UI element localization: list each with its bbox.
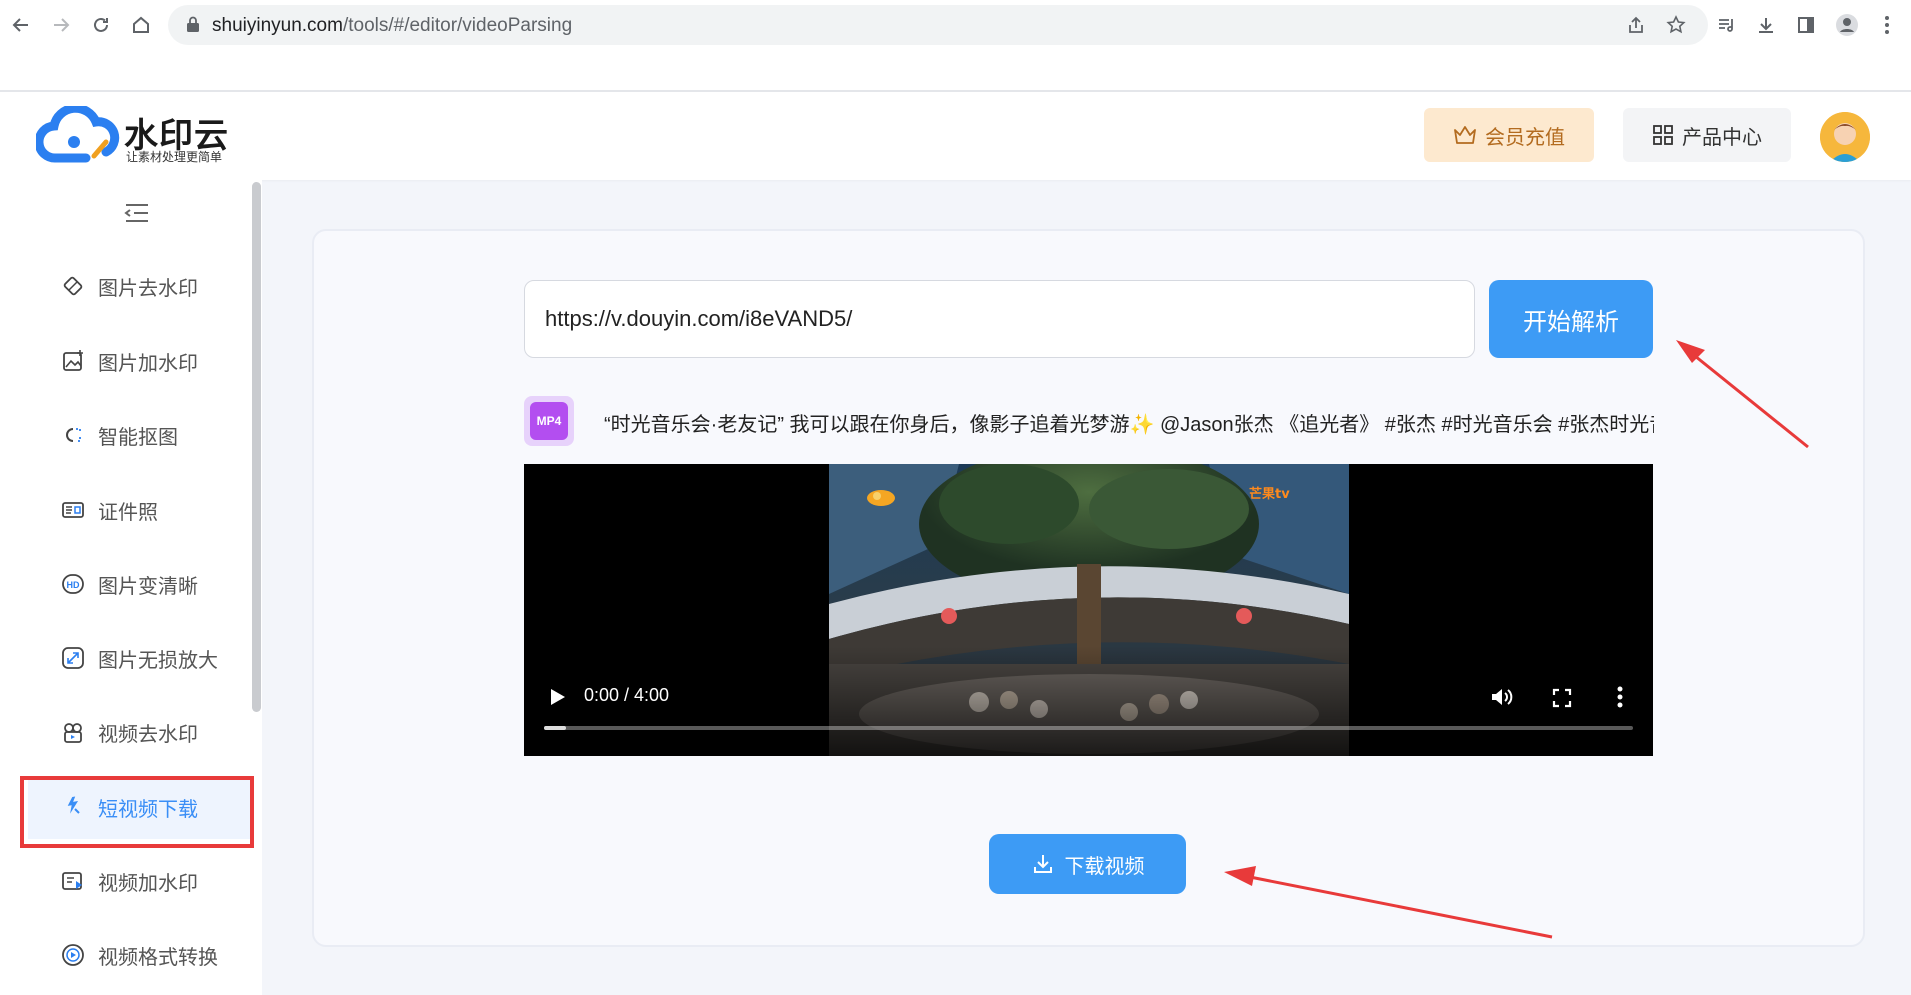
collapse-menu-icon[interactable] — [124, 202, 150, 224]
video-controls-overlay — [524, 646, 1653, 756]
video-eraser-icon — [60, 719, 86, 745]
avatar[interactable] — [1820, 112, 1870, 162]
app-header: 水印云 让素材处理更简单 会员充值 产品中心 — [0, 92, 1911, 180]
back-icon[interactable] — [6, 10, 36, 40]
sidebar-item-image-remove-watermark[interactable]: 图片去水印 — [60, 266, 250, 306]
download-video-label: 下载视频 — [1064, 855, 1145, 878]
bookmark-star-icon[interactable] — [1664, 13, 1688, 37]
sidebar-item-label: 视频格式转换 — [98, 946, 218, 969]
share-icon[interactable] — [1624, 13, 1648, 37]
address-bar[interactable]: shuiyinyun.com/tools/#/editor/videoParsi… — [168, 5, 1708, 45]
menu-dots-icon[interactable] — [1872, 10, 1902, 40]
sidebar-item-image-add-watermark[interactable]: 图片加水印 — [60, 341, 250, 381]
play-icon[interactable] — [546, 686, 568, 708]
side-panel-icon[interactable] — [1791, 10, 1821, 40]
id-card-icon — [60, 497, 86, 523]
sidebar-item-label: 图片变清晰 — [98, 575, 198, 598]
profile-icon[interactable] — [1832, 10, 1862, 40]
sidebar-item-label: 视频去水印 — [98, 723, 198, 746]
convert-icon — [60, 942, 86, 968]
product-center-button[interactable]: 产品中心 — [1623, 108, 1791, 162]
sidebar-item-id-photo[interactable]: 证件照 — [60, 490, 250, 530]
crown-icon — [1454, 126, 1476, 144]
sidebar-item-image-enhance[interactable]: HD 图片变清晰 — [60, 564, 250, 604]
download-icon — [1033, 855, 1052, 873]
sidebar-item-label: 视频加水印 — [98, 872, 198, 895]
fullscreen-icon[interactable] — [1552, 688, 1572, 708]
video-progress-bar[interactable] — [544, 726, 1633, 730]
reading-list-icon[interactable] — [1712, 10, 1742, 40]
video-url-input[interactable]: https://v.douyin.com/i8eVAND5/ — [524, 280, 1475, 358]
sidebar-scrollbar[interactable] — [252, 182, 261, 712]
cutout-icon — [60, 422, 86, 448]
video-url-value: https://v.douyin.com/i8eVAND5/ — [545, 306, 853, 331]
sidebar-item-smart-cutout[interactable]: 智能抠图 — [60, 415, 250, 455]
sidebar-item-label: 图片无损放大 — [98, 649, 218, 672]
highlight-box — [20, 776, 254, 848]
home-icon[interactable] — [126, 10, 156, 40]
start-parse-button[interactable]: 开始解析 — [1489, 280, 1653, 358]
sidebar-item-label: 图片去水印 — [98, 277, 198, 300]
vip-recharge-button[interactable]: 会员充值 — [1424, 108, 1594, 162]
video-progress-fill — [544, 726, 566, 730]
volume-icon[interactable] — [1490, 686, 1514, 708]
hd-icon: HD — [60, 571, 86, 597]
eraser-icon — [60, 273, 86, 299]
mp4-format-icon: MP4 — [524, 396, 574, 446]
sidebar-item-video-add-watermark[interactable]: 视频加水印 — [60, 861, 250, 901]
sidebar-item-label: 智能抠图 — [98, 426, 178, 449]
video-add-icon — [60, 868, 86, 894]
more-options-icon[interactable] — [1616, 684, 1624, 710]
vip-recharge-label: 会员充值 — [1485, 126, 1565, 149]
logo-slogan: 让素材处理更简单 — [126, 150, 223, 164]
cloud-logo-icon — [34, 103, 120, 163]
video-time: 0:00 / 4:00 — [584, 685, 670, 705]
video-title: “时光音乐会·老友记” 我可以跟在你身后，像影子追着光梦游✨ @Jason张杰 … — [604, 414, 1654, 436]
reload-icon[interactable] — [86, 10, 116, 40]
download-icon[interactable] — [1751, 10, 1781, 40]
enlarge-icon — [60, 645, 86, 671]
grid-icon — [1653, 125, 1673, 145]
svg-text:HD: HD — [67, 580, 80, 590]
logo[interactable]: 水印云 让素材处理更简单 — [34, 103, 236, 166]
lock-icon — [187, 16, 199, 32]
product-center-label: 产品中心 — [1682, 126, 1762, 149]
video-player[interactable]: 芒果tv 0:00 / 4:00 — [524, 464, 1653, 756]
sidebar-item-image-enlarge[interactable]: 图片无损放大 — [60, 638, 250, 678]
sidebar-item-label: 证件照 — [98, 501, 158, 524]
sidebar-item-video-format-convert[interactable]: 视频格式转换 — [60, 935, 250, 975]
image-add-icon — [60, 348, 86, 374]
url-text: shuiyinyun.com/tools/#/editor/videoParsi… — [212, 15, 573, 36]
forward-icon[interactable] — [46, 10, 76, 40]
browser-toolbar: shuiyinyun.com/tools/#/editor/videoParsi… — [0, 0, 1911, 50]
channel-logo: 芒果tv — [1249, 486, 1290, 502]
download-video-button[interactable]: 下载视频 — [989, 834, 1186, 894]
browser-bookmarks-area — [0, 50, 1911, 90]
sidebar-item-label: 图片加水印 — [98, 352, 198, 375]
sidebar-item-video-remove-watermark[interactable]: 视频去水印 — [60, 712, 250, 752]
